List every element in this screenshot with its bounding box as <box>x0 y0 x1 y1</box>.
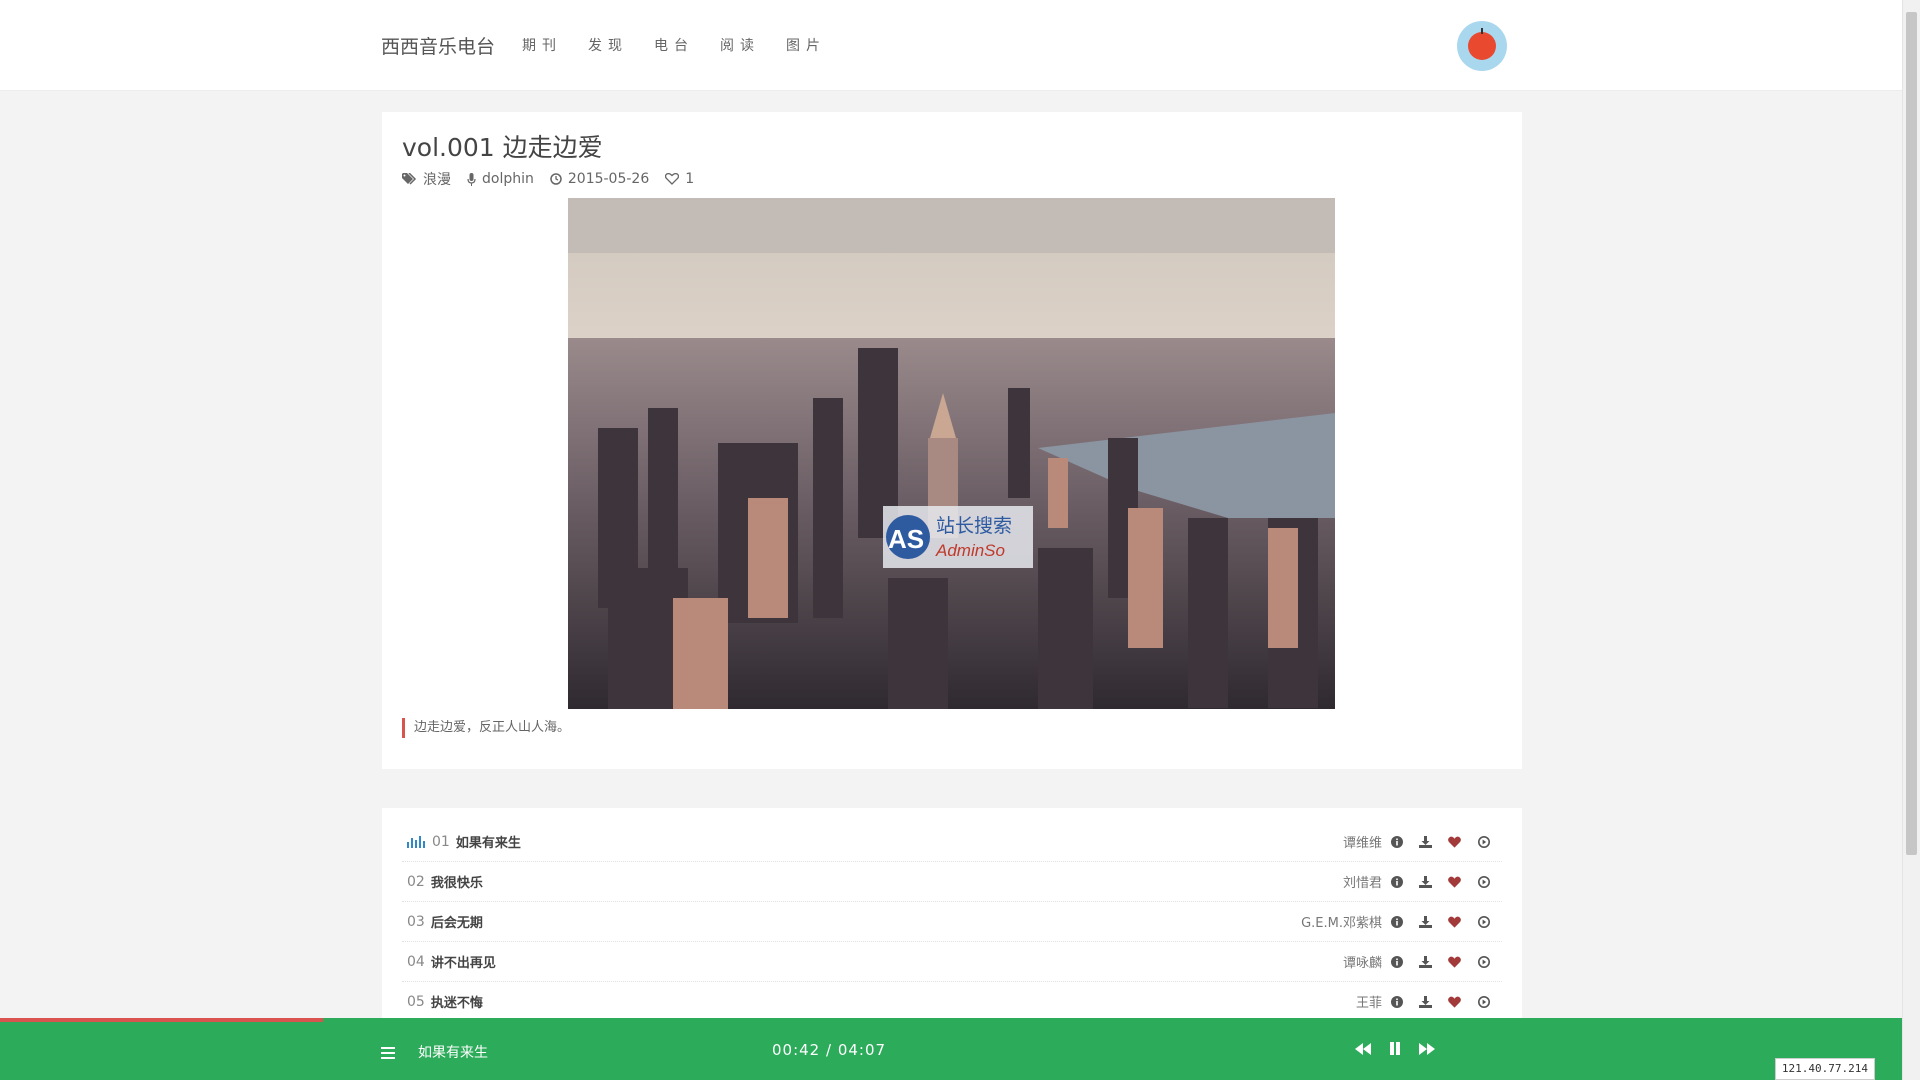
backward-icon <box>1355 1042 1371 1055</box>
track-actions <box>1390 835 1490 848</box>
article-title: vol.001 边走边爱 <box>402 133 603 162</box>
page-scrollbar[interactable] <box>1902 0 1920 1080</box>
apple-icon <box>1468 28 1496 60</box>
info-icon[interactable] <box>1390 875 1403 888</box>
track-title[interactable]: 执迷不悔 <box>431 992 483 1011</box>
heart-icon[interactable] <box>1448 915 1461 928</box>
track-row[interactable]: 01 如果有来生 谭维维 <box>402 822 1502 862</box>
user-avatar[interactable] <box>1457 21 1507 71</box>
pause-icon <box>1390 1042 1400 1055</box>
play-circle-icon[interactable] <box>1477 955 1490 968</box>
track-number: 01 <box>432 833 450 850</box>
track-row[interactable]: 02 我很快乐 刘惜君 <box>402 862 1502 902</box>
track-title[interactable]: 讲不出再见 <box>431 952 496 971</box>
meta-tag[interactable]: 浪漫 <box>402 169 451 189</box>
cover-image: AS 站长搜索 AdminSo <box>568 198 1335 709</box>
player-controls <box>1355 1042 1435 1055</box>
nav-item-radio[interactable]: 电台 <box>654 35 694 55</box>
track-title[interactable]: 后会无期 <box>431 912 483 931</box>
track-artist[interactable]: 谭咏麟 <box>1343 952 1382 971</box>
track-list: 01 如果有来生 谭维维 02 我很快乐 刘惜君 03 后会无期 G.E.M.邓紫棋 04 讲不出再… <box>382 808 1522 1048</box>
download-icon[interactable] <box>1419 875 1432 888</box>
watermark-big: AS <box>888 524 924 554</box>
heart-outline-icon <box>665 173 680 185</box>
article-quote: 边走边爱，反正人山人海。 <box>402 718 570 738</box>
track-artist[interactable]: 刘惜君 <box>1343 872 1382 891</box>
download-icon[interactable] <box>1419 835 1432 848</box>
meta-tag-label: 浪漫 <box>423 172 451 188</box>
watermark-en: AdminSo <box>935 541 1005 560</box>
microphone-icon <box>467 172 476 186</box>
previous-button[interactable] <box>1355 1042 1371 1055</box>
pause-button[interactable] <box>1389 1042 1401 1055</box>
article-card: vol.001 边走边爱 浪漫 dolphin 2015-05-26 1 AS … <box>382 112 1522 769</box>
equalizer-icon <box>407 835 425 848</box>
article-meta: 浪漫 dolphin 2015-05-26 1 <box>402 169 710 189</box>
track-artist[interactable]: 王菲 <box>1356 992 1382 1011</box>
meta-likes-count: 1 <box>685 171 695 187</box>
nav-item-read[interactable]: 阅读 <box>720 35 760 55</box>
info-icon[interactable] <box>1390 995 1403 1008</box>
track-row[interactable]: 05 执迷不悔 王菲 <box>402 982 1502 1022</box>
clock-icon <box>550 173 562 185</box>
heart-icon[interactable] <box>1448 995 1461 1008</box>
tags-icon <box>402 173 417 185</box>
main-nav: 期刊 发现 电台 阅读 图片 <box>522 35 852 55</box>
track-artist[interactable]: 谭维维 <box>1343 832 1382 851</box>
track-actions <box>1390 875 1490 888</box>
now-playing-title: 如果有来生 <box>418 1045 488 1061</box>
player-bar: 如果有来生 00:42 / 04:07 121.40.77.214 <box>0 1022 1902 1080</box>
forward-icon <box>1419 1042 1435 1055</box>
track-title[interactable]: 我很快乐 <box>431 872 483 891</box>
scrollbar-thumb[interactable] <box>1906 12 1917 855</box>
nav-item-pictures[interactable]: 图片 <box>786 35 826 55</box>
track-number: 05 <box>407 993 425 1010</box>
play-circle-icon[interactable] <box>1477 995 1490 1008</box>
track-title[interactable]: 如果有来生 <box>456 832 521 851</box>
play-circle-icon[interactable] <box>1477 835 1490 848</box>
info-icon[interactable] <box>1390 835 1403 848</box>
nav-item-discover[interactable]: 发现 <box>588 35 628 55</box>
track-actions <box>1390 995 1490 1008</box>
track-row[interactable]: 03 后会无期 G.E.M.邓紫棋 <box>402 902 1502 942</box>
track-actions <box>1390 955 1490 968</box>
heart-icon[interactable] <box>1448 875 1461 888</box>
info-icon[interactable] <box>1390 915 1403 928</box>
top-header: 西西音乐电台 期刊 发现 电台 阅读 图片 <box>0 0 1902 91</box>
download-icon[interactable] <box>1419 955 1432 968</box>
track-artist[interactable]: G.E.M.邓紫棋 <box>1301 912 1382 931</box>
play-circle-icon[interactable] <box>1477 915 1490 928</box>
meta-date-label: 2015-05-26 <box>567 171 650 187</box>
download-icon[interactable] <box>1419 915 1432 928</box>
info-icon[interactable] <box>1390 955 1403 968</box>
nav-item-journal[interactable]: 期刊 <box>522 35 562 55</box>
playback-time: 00:42 / 04:07 <box>772 1041 887 1059</box>
track-row[interactable]: 04 讲不出再见 谭咏麟 <box>402 942 1502 982</box>
site-brand[interactable]: 西西音乐电台 <box>381 32 495 59</box>
track-actions <box>1390 915 1490 928</box>
playlist-menu-icon[interactable] <box>381 1044 395 1063</box>
meta-author-label: dolphin <box>482 171 534 187</box>
track-number: 02 <box>407 873 425 890</box>
watermark: AS 站长搜索 AdminSo <box>883 506 1033 568</box>
next-button[interactable] <box>1419 1042 1435 1055</box>
ip-address-badge: 121.40.77.214 <box>1774 1058 1875 1080</box>
meta-date: 2015-05-26 <box>550 171 649 187</box>
meta-author[interactable]: dolphin <box>467 171 534 187</box>
meta-likes[interactable]: 1 <box>665 171 694 187</box>
play-circle-icon[interactable] <box>1477 875 1490 888</box>
track-number: 04 <box>407 953 425 970</box>
heart-icon[interactable] <box>1448 955 1461 968</box>
track-number: 03 <box>407 913 425 930</box>
watermark-cn: 站长搜索 <box>936 515 1012 537</box>
heart-icon[interactable] <box>1448 835 1461 848</box>
download-icon[interactable] <box>1419 995 1432 1008</box>
